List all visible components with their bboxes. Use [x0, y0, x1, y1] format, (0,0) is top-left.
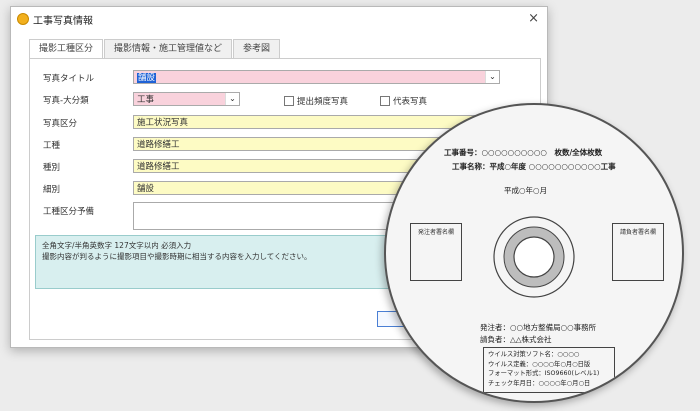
- tab-shooting-info[interactable]: 撮影情報・施工管理値など: [104, 39, 233, 58]
- info-line: ウイルス対策ソフト名：○○○○: [488, 351, 580, 358]
- major-category-label: 写真-大分類: [43, 96, 89, 106]
- tab-work-category[interactable]: 撮影工種区分: [29, 39, 104, 59]
- orderer-sign-box: 発注者署名欄: [410, 223, 462, 281]
- disc-date: 平成○年○月: [504, 186, 548, 195]
- virus-check-info-box: ウイルス対策ソフト名：○○○○ ウイルス定義：○○○○年○月○日版 フォーマット…: [483, 347, 615, 393]
- close-icon[interactable]: ×: [528, 11, 539, 26]
- info-line: フォーマット形式：ISO9660(レベル1): [488, 370, 600, 377]
- checkbox-box[interactable]: [284, 96, 294, 106]
- kind-label: 種別: [43, 163, 61, 173]
- submission-photo-checkbox[interactable]: 提出頻度写真: [284, 95, 348, 107]
- contractor-sign-box: 請負者署名欄: [612, 223, 664, 281]
- photo-title-value: 舗設: [137, 73, 157, 83]
- tab-reference-drawing[interactable]: 参考図: [233, 39, 281, 58]
- chevron-down-icon[interactable]: ⌄: [485, 71, 499, 83]
- info-line: ウイルス定義：○○○○年○月○日版: [488, 360, 591, 368]
- disc-project-no: 工事番号：○○○○○○○○○○ 枚数/全体枚数: [444, 148, 603, 157]
- tab-bar: 撮影工種区分 撮影情報・施工管理値など 参考図: [29, 39, 281, 59]
- major-category-value: 工事: [137, 95, 155, 105]
- cd-disc: 工事番号：○○○○○○○○○○ 枚数/全体枚数 工事名称：平成○年度 ○○○○○…: [384, 103, 684, 403]
- contractor-sign-label: 請負者署名欄: [619, 229, 656, 236]
- info-line: チェック年月日：○○○○年○月○日: [488, 379, 591, 387]
- photo-section-label: 写真区分: [43, 119, 78, 129]
- photo-title-field[interactable]: 舗設 ⌄: [133, 70, 500, 84]
- major-category-select[interactable]: 工事 ⌄: [133, 92, 240, 106]
- work-type-label: 工種: [43, 141, 61, 151]
- disc-orderer: 発注者：○○地方整備局○○事務所: [480, 323, 597, 332]
- chevron-down-icon[interactable]: ⌄: [225, 93, 239, 105]
- orderer-sign-label: 発注者署名欄: [417, 229, 454, 236]
- app-icon: [17, 13, 29, 25]
- window-title: 工事写真情報: [33, 15, 93, 27]
- photo-title-label: 写真タイトル: [43, 74, 95, 84]
- detail-label: 細別: [43, 185, 61, 195]
- disc-contractor: 請負者：△△株式会社: [480, 335, 552, 344]
- checkbox-label: 提出頻度写真: [297, 97, 349, 107]
- disc-project-name: 工事名称：平成○年度 ○○○○○○○○○○○工事: [452, 162, 616, 171]
- spare-label: 工種区分予備: [43, 207, 95, 217]
- title-bar: 工事写真情報: [11, 7, 547, 31]
